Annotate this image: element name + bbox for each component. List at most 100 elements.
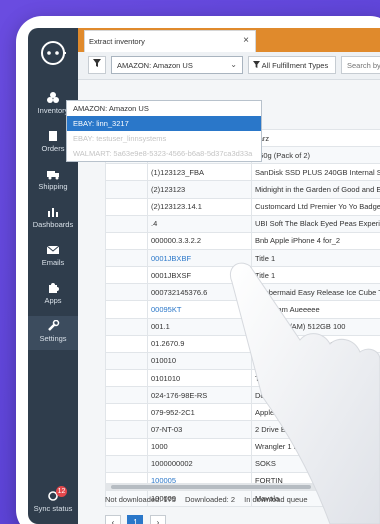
inventory-icon [47, 92, 59, 103]
sidebar-item-shipping[interactable]: Shipping [28, 164, 78, 198]
horizontal-scrollbar[interactable] [105, 483, 380, 491]
sku-cell: 1000 [147, 437, 252, 456]
sku-cell: 079-952-2C1 [147, 403, 252, 422]
tablet-frame: Inventory Orders Shipping Dashboards Ema… [16, 16, 380, 524]
sidebar-item-dashboards[interactable]: Dashboards [28, 202, 78, 236]
sku-cell: 000000.3.3.2.2 [147, 231, 252, 250]
prev-page-button[interactable]: ‹ [105, 515, 121, 524]
title-cell: Customcard Ltd Premier Yo Yo Badge Pi [251, 197, 380, 216]
table-row[interactable]: 000000.3.3.2.2 Bnb Apple iPhone 4 for_2 [105, 231, 380, 250]
select-cell [105, 403, 148, 422]
dropdown-option[interactable]: WALMART: 5a63e9e8-5323-4566-b6a8-5d37ca3… [67, 146, 261, 161]
sku-cell: 01.2670.9 [147, 334, 252, 353]
table-row[interactable]: 079-952-2C1 Apple iPhone 6s Plus [105, 403, 380, 422]
select-cell [105, 197, 148, 216]
table-row[interactable]: 000732145376.6 Rubbermaid Easy Release Ic… [105, 283, 380, 302]
table-row[interactable]: 1000000002 SOKS [105, 454, 380, 473]
close-icon[interactable]: × [243, 35, 249, 46]
next-page-button[interactable]: › [149, 515, 166, 524]
fulfillment-filter-button[interactable]: All Fulfillment Types [248, 56, 336, 74]
title-cell: DS-452 [name] [251, 351, 380, 370]
status-bar: Not downloaded: 175 Downloaded: 2 In dow… [105, 495, 380, 504]
title-cell: Midnight in the Garden of Good and Evi [251, 180, 380, 199]
title-cell: varz [251, 128, 380, 148]
channel-select-value: AMAZON: Amazon US [117, 61, 193, 70]
channel-select[interactable]: AMAZON: Amazon US ⌄ [111, 56, 243, 74]
select-cell [105, 317, 148, 336]
table-row[interactable]: (2)123123.14.1 Customcard Ltd Premier Yo … [105, 197, 380, 216]
table-row[interactable]: 001.1 ME512GA/AM) 512GB 100 [105, 317, 380, 336]
channel-dropdown: AMAZON: Amazon US EBAY: linn_3217 EBAY: … [66, 100, 262, 162]
wrench-icon [48, 320, 60, 331]
sku-cell: .4 [147, 214, 252, 233]
table-row[interactable]: 07-NT-03 2 Drive Belt for PANASONIC [105, 420, 380, 439]
search-input[interactable] [341, 56, 380, 74]
title-cell: Pam Pam Aueeeee [251, 300, 380, 319]
sku-cell: 00095KT [147, 300, 252, 319]
sidebar-item-sync-status[interactable]: 12 Sync status [28, 486, 78, 520]
table-row[interactable]: .4 UBI Soft The Black Eyed Peas Experienc [105, 214, 380, 233]
title-cell: Title 1 [251, 248, 380, 268]
filter-icon [253, 61, 260, 68]
sku-cell: (1)123123_FBA [147, 163, 252, 182]
title-cell: 150g (Pack of 2) [251, 146, 380, 165]
sidebar-item-apps[interactable]: Apps [28, 278, 78, 312]
sidebar-item-label: Dashboards [32, 220, 74, 229]
table-row[interactable]: (2)123123 Midnight in the Garden of Good … [105, 180, 380, 199]
sidebar-item-label: Settings [39, 334, 67, 343]
title-cell: USM F4-5.6 EF-S IS Le [251, 334, 380, 353]
sku-cell: 001.1 [147, 317, 252, 336]
select-cell [105, 180, 148, 199]
table-row[interactable]: 0001JBXSF Title 1 [105, 266, 380, 285]
dropdown-option[interactable]: EBAY: testuser_linnsystems [67, 131, 261, 146]
inventory-table: varz 150g (Pack of 2) (1)123123_FBA SanDisk… [105, 128, 380, 508]
sku-cell: 0001JBXBF [147, 248, 252, 268]
select-cell [105, 266, 148, 285]
sidebar-item-label: Apps [44, 296, 62, 305]
select-cell [105, 231, 148, 250]
table-row[interactable]: 010010 DS-452 [name] [105, 351, 380, 370]
filter-button[interactable] [88, 56, 106, 74]
table-row[interactable]: 0001JBXBF Title 1 [105, 248, 380, 268]
sku-cell: 0101010 [147, 368, 252, 388]
dropdown-option-selected[interactable]: EBAY: linn_3217 [67, 116, 261, 131]
scrollbar-thumb[interactable] [111, 485, 311, 489]
sidebar-item-label: Emails [41, 258, 65, 267]
orders-icon [49, 131, 57, 141]
table-row[interactable]: 01.2670.9 USM F4-5.6 EF-S IS Le [105, 334, 380, 353]
select-cell [105, 214, 148, 233]
puzzle-icon [49, 283, 59, 293]
table-row[interactable]: 1000 Wrangler 1 Red [105, 437, 380, 456]
select-cell [105, 368, 148, 388]
filter-icon [93, 59, 101, 67]
sidebar-item-settings[interactable]: Settings [28, 316, 78, 350]
title-cell: Bnb Apple iPhone 4 for_2 [251, 231, 380, 250]
sku-cell: 07-NT-03 [147, 420, 252, 439]
tab-extract-inventory[interactable]: Extract inventory × [84, 30, 256, 52]
title-cell: 2 Drive Belt for PANASONIC [251, 420, 380, 439]
dropdown-option[interactable]: AMAZON: Amazon US [67, 101, 261, 116]
table-row[interactable]: 024-176-98E-RS Degu, Agouti Female [105, 386, 380, 405]
select-cell [105, 283, 148, 302]
sidebar-item-label: Orders [41, 144, 65, 153]
select-cell [105, 454, 148, 473]
select-cell [105, 163, 148, 182]
select-cell [105, 386, 148, 405]
select-cell [105, 300, 148, 319]
sku-cell: 1000000002 [147, 454, 252, 473]
sku-cell: 010010 [147, 351, 252, 370]
toolbar: AMAZON: Amazon US ⌄ All Fulfillment Type… [78, 52, 380, 80]
sidebar-item-emails[interactable]: Emails [28, 240, 78, 274]
table-row[interactable]: (1)123123_FBA SanDisk SSD PLUS 240GB Inte… [105, 163, 380, 182]
page-button-current[interactable]: 1 [127, 515, 144, 524]
table-row[interactable]: 00095KT Pam Pam Aueeeee [105, 300, 380, 319]
bar-chart-icon [48, 208, 58, 217]
sku-cell: 0001JBXSF [147, 266, 252, 285]
title-cell: Rubbermaid Easy Release Ice Cube Tray [251, 283, 380, 302]
select-cell [105, 437, 148, 456]
select-cell [105, 334, 148, 353]
title-cell: Degu, Agouti Female [251, 386, 380, 405]
sync-count-badge: 12 [56, 486, 67, 497]
table-row[interactable]: 0101010 The title [105, 368, 380, 388]
title-cell: Wrangler 1 Red [251, 437, 380, 456]
